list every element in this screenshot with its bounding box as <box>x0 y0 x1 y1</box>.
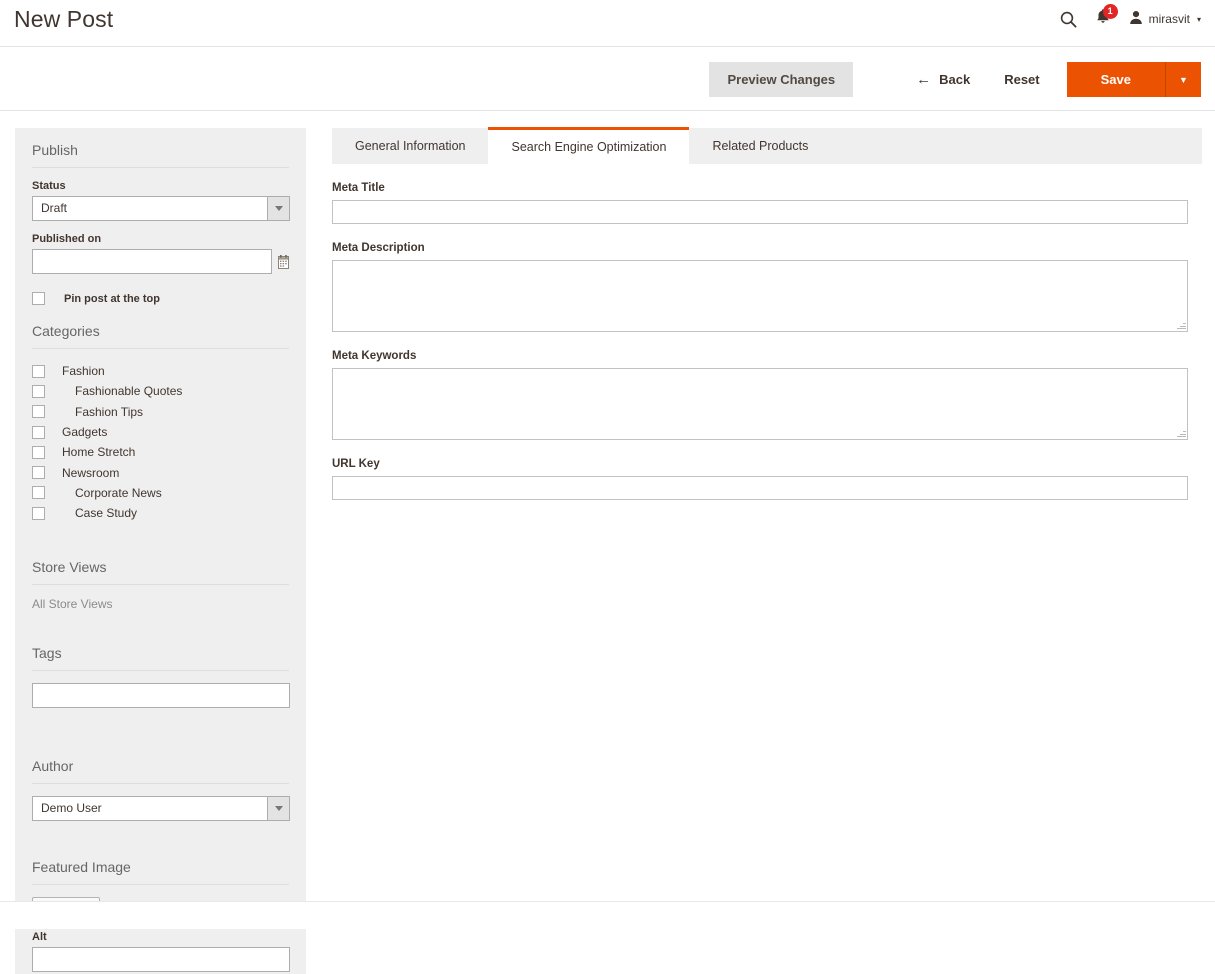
reset-button[interactable]: Reset <box>998 63 1045 96</box>
tags-section: Tags <box>15 631 306 708</box>
user-menu[interactable]: mirasvit ▾ <box>1129 10 1201 28</box>
tab-bar: General Information Search Engine Optimi… <box>332 128 1202 164</box>
main-content: General Information Search Engine Optimi… <box>332 128 1202 518</box>
save-dropdown-toggle[interactable]: ▼ <box>1165 62 1201 97</box>
category-checkbox[interactable] <box>32 426 45 439</box>
meta-keywords-label: Meta Keywords <box>332 350 1188 362</box>
list-item[interactable]: Gadgets <box>32 422 289 442</box>
page-body: Publish Status Draft Published on <box>0 111 1215 929</box>
back-button[interactable]: ← Back <box>910 62 976 97</box>
calendar-icon[interactable] <box>278 255 289 269</box>
list-item[interactable]: Fashion <box>32 361 289 381</box>
alt-field: Alt <box>32 931 289 972</box>
store-views-section: Store Views All Store Views <box>15 545 306 613</box>
category-checkbox[interactable] <box>32 466 45 479</box>
page-header: New Post 1 miras <box>0 0 1215 46</box>
chevron-down-icon <box>275 806 283 811</box>
url-key-input[interactable] <box>332 476 1188 500</box>
alt-input[interactable] <box>32 947 290 972</box>
category-label: Corporate News <box>62 486 162 500</box>
meta-title-input[interactable] <box>332 200 1188 224</box>
category-checkbox[interactable] <box>32 365 45 378</box>
action-toolbar: Preview Changes ← Back Reset Save ▼ <box>0 46 1215 111</box>
tab-related-products[interactable]: Related Products <box>689 128 831 164</box>
meta-keywords-textarea[interactable] <box>332 368 1188 440</box>
pin-post-checkbox[interactable] <box>32 292 45 305</box>
page-footer <box>0 901 1215 929</box>
status-select[interactable]: Draft <box>32 196 290 221</box>
published-on-field: Published on <box>32 233 289 274</box>
category-checkbox[interactable] <box>32 385 45 398</box>
tab-general-information[interactable]: General Information <box>332 128 488 164</box>
category-label: Case Study <box>62 506 137 520</box>
category-label: Gadgets <box>62 425 107 439</box>
store-views-value: All Store Views <box>32 597 289 613</box>
status-select-toggle[interactable] <box>267 196 290 221</box>
meta-description-field: Meta Description <box>332 242 1188 332</box>
save-button-group: Save ▼ <box>1067 62 1201 97</box>
preview-changes-button[interactable]: Preview Changes <box>709 62 853 97</box>
list-item[interactable]: Newsroom <box>32 462 289 482</box>
tags-heading: Tags <box>32 631 289 671</box>
url-key-field: URL Key <box>332 458 1188 500</box>
category-label: Fashion <box>62 364 105 378</box>
seo-form: Meta Title Meta Description Meta Keyword… <box>332 164 1188 500</box>
category-checkbox[interactable] <box>32 507 45 520</box>
header-tools: 1 mirasvit ▾ <box>1060 8 1201 30</box>
tab-search-engine-optimization[interactable]: Search Engine Optimization <box>488 127 689 164</box>
categories-section: Categories Fashion Fashionable Quotes Fa… <box>15 309 306 523</box>
author-select-value: Demo User <box>32 796 268 821</box>
list-item[interactable]: Fashionable Quotes <box>32 381 289 401</box>
notifications-button[interactable]: 1 <box>1095 8 1111 30</box>
list-item[interactable]: Fashion Tips <box>32 402 289 422</box>
category-checkbox[interactable] <box>32 486 45 499</box>
categories-heading: Categories <box>32 309 289 349</box>
author-select[interactable]: Demo User <box>32 796 290 821</box>
meta-description-label: Meta Description <box>332 242 1188 254</box>
published-on-input[interactable] <box>32 249 272 274</box>
save-button[interactable]: Save <box>1067 62 1165 97</box>
user-name: mirasvit <box>1149 12 1190 26</box>
author-section: Author Demo User <box>15 744 306 821</box>
tags-input[interactable] <box>32 683 290 708</box>
meta-title-field: Meta Title <box>332 182 1188 224</box>
author-heading: Author <box>32 744 289 784</box>
publish-heading: Publish <box>32 128 289 168</box>
user-icon <box>1129 10 1143 28</box>
category-list: Fashion Fashionable Quotes Fashion Tips … <box>32 361 289 523</box>
category-label: Fashionable Quotes <box>62 384 182 398</box>
published-on-label: Published on <box>32 233 289 245</box>
status-field: Status Draft <box>32 180 289 221</box>
chevron-down-icon: ▾ <box>1197 15 1201 24</box>
page-title: New Post <box>14 6 113 33</box>
search-icon[interactable] <box>1060 11 1077 28</box>
category-checkbox[interactable] <box>32 405 45 418</box>
featured-image-heading: Featured Image <box>32 845 289 885</box>
sidebar-panel: Publish Status Draft Published on <box>15 128 306 974</box>
chevron-down-icon: ▼ <box>1179 75 1188 85</box>
author-select-toggle[interactable] <box>267 796 290 821</box>
notification-count-badge: 1 <box>1103 4 1118 19</box>
arrow-left-icon: ← <box>916 71 931 88</box>
pin-post-row: Pin post at the top <box>32 292 289 305</box>
pin-post-label: Pin post at the top <box>64 293 160 305</box>
alt-label: Alt <box>32 931 289 943</box>
store-views-heading: Store Views <box>32 545 289 585</box>
list-item[interactable]: Corporate News <box>32 483 289 503</box>
meta-title-label: Meta Title <box>332 182 1188 194</box>
publish-section: Publish Status Draft Published on <box>15 128 306 305</box>
meta-keywords-field: Meta Keywords <box>332 350 1188 440</box>
category-label: Fashion Tips <box>62 405 143 419</box>
list-item[interactable]: Home Stretch <box>32 442 289 462</box>
category-checkbox[interactable] <box>32 446 45 459</box>
back-button-label: Back <box>939 72 970 87</box>
list-item[interactable]: Case Study <box>32 503 289 523</box>
url-key-label: URL Key <box>332 458 1188 470</box>
status-select-value: Draft <box>32 196 268 221</box>
chevron-down-icon <box>275 206 283 211</box>
category-label: Home Stretch <box>62 445 135 459</box>
meta-description-textarea[interactable] <box>332 260 1188 332</box>
status-label: Status <box>32 180 289 192</box>
category-label: Newsroom <box>62 466 119 480</box>
